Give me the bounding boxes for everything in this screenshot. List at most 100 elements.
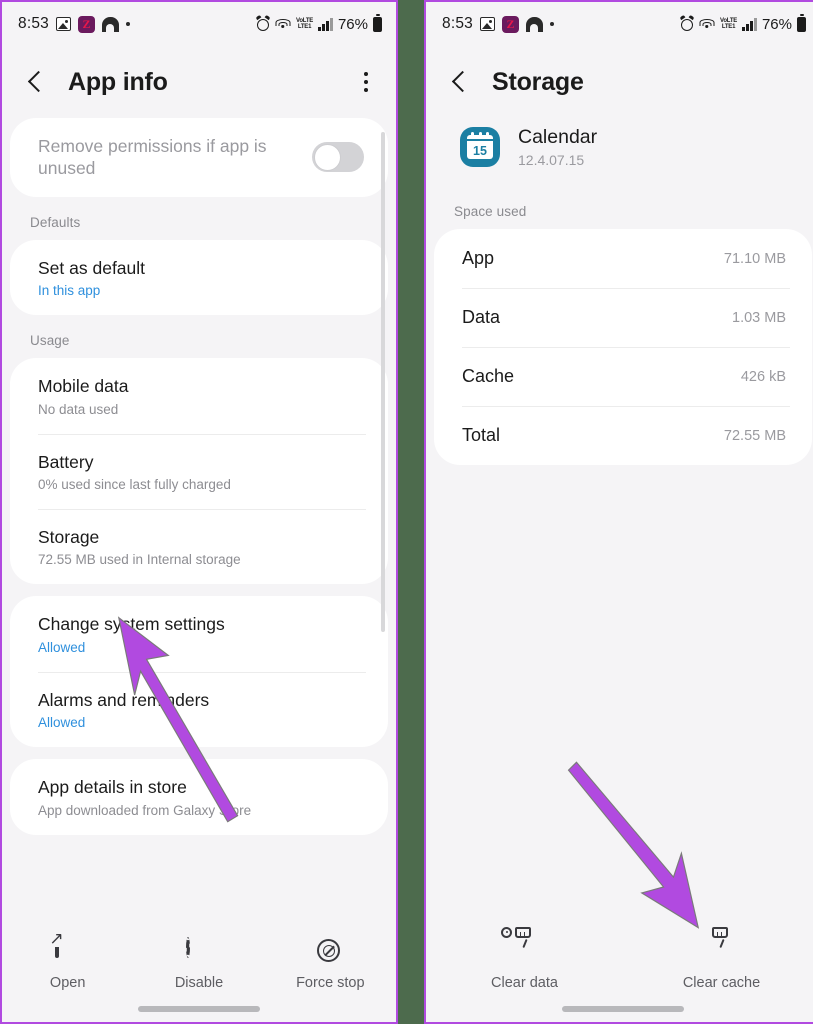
usage-card: Mobile data No data used Battery 0% used… bbox=[10, 358, 388, 585]
app-header: 15 Calendar 12.4.07.15 bbox=[426, 118, 813, 168]
status-bar-right: 8:53 Z VoLTE LTE1 76% bbox=[426, 2, 813, 46]
row-set-as-default[interactable]: Set as default In this app bbox=[10, 240, 388, 315]
back-chevron-icon[interactable] bbox=[26, 72, 46, 92]
battery-percent: 76% bbox=[337, 15, 368, 33]
row-battery[interactable]: Battery 0% used since last fully charged bbox=[10, 433, 388, 509]
wifi-icon bbox=[275, 18, 291, 31]
toggle-knob bbox=[313, 143, 341, 171]
home-indicator[interactable] bbox=[138, 1006, 260, 1012]
disable-label: Disable bbox=[174, 975, 224, 991]
page-title: App info bbox=[68, 67, 168, 96]
app-bar-right: Storage bbox=[426, 46, 813, 118]
row-subtitle: In this app bbox=[38, 283, 101, 299]
row-subtitle: 0% used since last fully charged bbox=[38, 476, 231, 492]
permissions-settings-card: Change system settings Allowed Alarms an… bbox=[10, 596, 388, 748]
battery-icon bbox=[797, 13, 806, 32]
storage-scroll-area: 15 Calendar 12.4.07.15 Space used App 71… bbox=[426, 118, 813, 931]
app-bar-left: App info bbox=[2, 46, 396, 118]
home-icon bbox=[525, 16, 543, 32]
bottom-action-bar-right: Clear data Clear cache bbox=[426, 927, 813, 1022]
storage-panel: 8:53 Z VoLTE LTE1 76% Storage 15 Calenda… bbox=[424, 0, 813, 1024]
volte-icon: VoLTE LTE1 bbox=[719, 18, 738, 30]
row-storage[interactable]: Storage 72.55 MB used in Internal storag… bbox=[10, 508, 388, 584]
storage-key: App bbox=[462, 248, 495, 268]
storage-key: Total bbox=[462, 425, 501, 445]
signal-bars-icon bbox=[742, 17, 757, 31]
row-subtitle: Allowed bbox=[38, 639, 86, 655]
row-change-system-settings[interactable]: Change system settings Allowed bbox=[10, 596, 388, 671]
storage-row-cache: Cache 426 kB bbox=[434, 347, 812, 406]
open-label: Open bbox=[49, 975, 86, 991]
remove-permissions-toggle[interactable] bbox=[312, 142, 364, 173]
app-version: 12.4.07.15 bbox=[518, 152, 585, 168]
storage-row-total: Total 72.55 MB bbox=[434, 406, 812, 465]
photo-icon bbox=[55, 17, 71, 31]
row-title: Storage bbox=[38, 526, 100, 547]
volte-icon: VoLTE LTE1 bbox=[295, 18, 314, 30]
calendar-icon-day: 15 bbox=[473, 143, 487, 158]
page-title: Storage bbox=[492, 67, 584, 96]
dot-icon bbox=[549, 22, 554, 26]
section-label-space-used: Space used bbox=[454, 204, 527, 219]
clear-cache-button[interactable]: Clear cache bbox=[623, 927, 813, 991]
app-info-scroll-area[interactable]: Remove permissions if app is unused Defa… bbox=[2, 118, 396, 931]
status-bar-right-group: VoLTE LTE1 76% bbox=[255, 13, 382, 33]
clear-data-label: Clear data bbox=[491, 975, 558, 991]
row-title: Set as default bbox=[38, 257, 146, 278]
z-app-icon: Z bbox=[501, 15, 519, 33]
storage-row-data: Data 1.03 MB bbox=[434, 288, 812, 347]
home-indicator[interactable] bbox=[562, 1006, 684, 1012]
app-info-panel: 8:53 Z VoLTE LTE1 76% App info Remove pe… bbox=[0, 0, 398, 1024]
app-header-text: Calendar 12.4.07.15 bbox=[518, 126, 597, 168]
row-title: Remove permissions if app is unused bbox=[38, 136, 267, 179]
photo-icon bbox=[479, 17, 495, 31]
app-name: Calendar bbox=[518, 126, 598, 148]
row-subtitle: App downloaded from Galaxy Store bbox=[38, 802, 252, 818]
clear-cache-label: Clear cache bbox=[682, 975, 761, 991]
kebab-menu-icon[interactable] bbox=[354, 70, 378, 94]
row-alarms-and-reminders[interactable]: Alarms and reminders Allowed bbox=[10, 671, 388, 747]
section-label-usage: Usage bbox=[30, 333, 70, 349]
bottom-action-bar-left: Open Disable Force stop bbox=[2, 927, 396, 1022]
force-stop-icon bbox=[317, 939, 343, 965]
row-subtitle: Allowed bbox=[38, 715, 86, 731]
storage-value: 71.10 MB bbox=[723, 250, 786, 267]
row-mobile-data[interactable]: Mobile data No data used bbox=[10, 358, 388, 433]
calendar-app-icon: 15 bbox=[460, 127, 500, 167]
open-button[interactable]: Open bbox=[2, 937, 133, 991]
back-chevron-icon[interactable] bbox=[450, 72, 470, 92]
row-app-details-in-store[interactable]: App details in store App downloaded from… bbox=[10, 759, 388, 834]
store-card: App details in store App downloaded from… bbox=[10, 759, 388, 835]
dot-icon bbox=[125, 22, 130, 26]
clear-cache-icon bbox=[709, 927, 735, 965]
force-stop-label: Force stop bbox=[296, 975, 365, 991]
row-remove-permissions[interactable]: Remove permissions if app is unused bbox=[10, 118, 388, 197]
storage-key: Cache bbox=[462, 366, 515, 386]
row-title: Alarms and reminders bbox=[38, 689, 210, 710]
vertical-scrollbar[interactable] bbox=[381, 132, 385, 632]
home-icon bbox=[101, 16, 119, 32]
row-title: Mobile data bbox=[38, 376, 129, 397]
status-bar-right-group: VoLTE LTE1 76% bbox=[679, 13, 806, 33]
permissions-card: Remove permissions if app is unused bbox=[10, 118, 388, 197]
clear-data-icon bbox=[500, 927, 538, 965]
clear-data-button[interactable]: Clear data bbox=[426, 927, 623, 991]
status-bar-left: 8:53 Z VoLTE LTE1 76% bbox=[2, 2, 396, 46]
panel-divider bbox=[398, 0, 411, 1024]
status-time: 8:53 bbox=[18, 15, 49, 32]
row-title: App details in store bbox=[38, 777, 187, 798]
storage-value: 426 kB bbox=[740, 368, 786, 385]
disable-circle-icon bbox=[185, 937, 212, 965]
disable-button[interactable]: Disable bbox=[133, 937, 264, 991]
storage-key: Data bbox=[462, 307, 501, 327]
force-stop-button[interactable]: Force stop bbox=[265, 939, 396, 991]
row-title: Battery bbox=[38, 451, 94, 472]
wifi-icon bbox=[699, 18, 715, 31]
signal-bars-icon bbox=[318, 17, 333, 31]
row-title: Change system settings bbox=[38, 614, 225, 635]
battery-percent: 76% bbox=[761, 15, 792, 33]
screenshot-stage: 8:53 Z VoLTE LTE1 76% App info Remove pe… bbox=[0, 0, 813, 1024]
section-gap-2 bbox=[2, 747, 396, 759]
row-subtitle: 72.55 MB used in Internal storage bbox=[38, 552, 241, 568]
